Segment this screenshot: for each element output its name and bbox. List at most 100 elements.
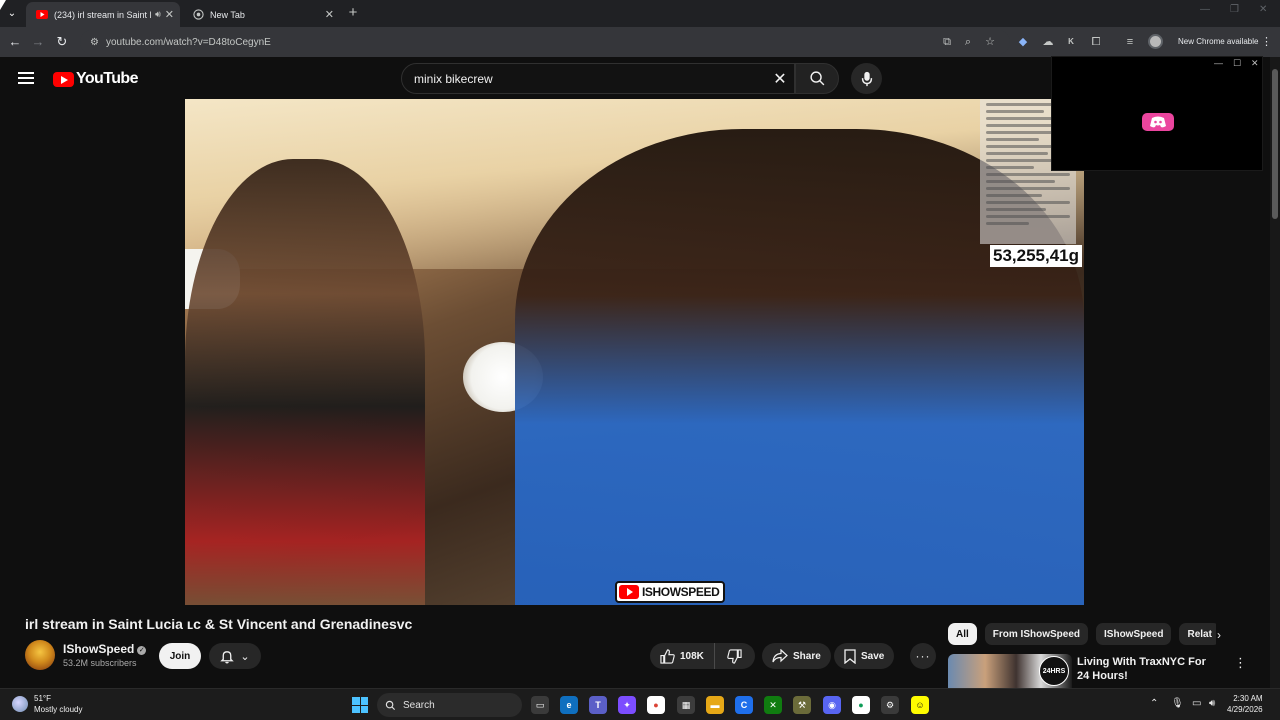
tray-display-icon[interactable]: ▭ [1192, 698, 1201, 709]
clock-time: 2:30 AM [1233, 694, 1263, 703]
discord-icon[interactable] [1142, 113, 1174, 131]
dislike-button[interactable] [715, 643, 755, 669]
new-tab-button[interactable]: + [344, 5, 362, 23]
popup-minimize-icon[interactable]: — [1214, 58, 1223, 68]
weather-temperature: 51°F [34, 694, 51, 703]
notification-bell-button[interactable]: ⌄ [209, 643, 261, 669]
tab-audio-icon[interactable]: 🔊︎ [155, 9, 161, 20]
channel-avatar[interactable] [25, 640, 55, 670]
related-video-thumbnail[interactable]: 24HRS [948, 654, 1072, 688]
extension-icon[interactable]: ◆ [1015, 34, 1031, 50]
extensions-puzzle-icon[interactable]: ⧠ [1088, 34, 1104, 50]
open-in-app-icon[interactable]: ⧉ [939, 34, 955, 50]
related-filter-chips: All From IShowSpeed IShowSpeed Relat [948, 623, 1216, 647]
app-settings-icon[interactable]: ⚙ [881, 696, 899, 714]
browser-tab-strip: ⌄ (234) irl stream in Saint Lu 🔊︎ ✕ New … [0, 0, 1280, 27]
bookmark-star-icon[interactable]: ☆ [982, 34, 998, 50]
chip-ishowspeed[interactable]: IShowSpeed [1096, 623, 1172, 645]
share-button[interactable]: Share [762, 643, 831, 669]
popup-close-icon[interactable]: ✕ [1251, 58, 1259, 69]
tray-microphone-icon[interactable]: 🎙︎ [1171, 698, 1184, 709]
store-icon[interactable]: ▦ [677, 696, 695, 714]
tab-close-icon[interactable]: ✕ [165, 8, 174, 21]
like-count: 108K [680, 650, 704, 662]
reload-icon[interactable]: ↻ [53, 33, 71, 51]
chrome-favicon-icon [192, 9, 204, 21]
youtube-logo[interactable]: YouTube [53, 70, 138, 88]
app-c-icon[interactable]: C [735, 696, 753, 714]
copilot-icon[interactable]: ✦ [618, 696, 636, 714]
related-video-menu-icon[interactable]: ⋮ [1234, 655, 1247, 671]
new-chrome-available-button[interactable]: New Chrome available [1178, 37, 1258, 46]
tab-youtube-stream[interactable]: (234) irl stream in Saint Lu 🔊︎ ✕ [26, 2, 180, 27]
youtube-play-icon [53, 71, 74, 87]
voice-search-button[interactable] [851, 63, 882, 94]
channel-name-text: IShowSpeed [63, 642, 135, 656]
chip-all[interactable]: All [948, 623, 977, 645]
video-player[interactable]: 53,255,41g ISHOWSPEED [185, 99, 1084, 605]
teams-icon[interactable]: T [589, 696, 607, 714]
video-title: irl stream in Saint Lucia ʟᴄ & St Vincen… [25, 616, 413, 632]
chip-related[interactable]: Relat [1179, 623, 1216, 645]
chrome-menu-icon[interactable]: ⋮ [1261, 35, 1272, 48]
app-game-icon[interactable]: ⚒ [793, 696, 811, 714]
more-actions-button[interactable]: ··· [910, 643, 936, 669]
search-query-text: minix bikecrew [414, 71, 493, 86]
thumbs-up-icon [660, 648, 675, 664]
weather-text: 51°F Mostly cloudy [34, 693, 82, 715]
search-button[interactable] [795, 63, 839, 94]
chips-next-arrow-icon[interactable]: › [1217, 628, 1221, 642]
extension-k-icon[interactable]: K [1063, 34, 1079, 50]
zoom-icon[interactable]: ⌕ [960, 34, 976, 50]
channel-name-link[interactable]: IShowSpeed ✓ [63, 642, 147, 656]
weather-widget[interactable]: 51°F Mostly cloudy [12, 693, 82, 715]
weather-description: Mostly cloudy [34, 705, 83, 714]
minimize-icon[interactable]: — [1200, 4, 1210, 15]
channel-watermark: ISHOWSPEED [615, 581, 726, 603]
microphone-icon [861, 71, 872, 86]
discord-taskbar-icon[interactable]: ◉ [823, 696, 841, 714]
taskbar-clock[interactable]: 2:30 AM 4/29/2026 [1227, 693, 1263, 715]
taskbar-search-box[interactable]: Search [377, 693, 522, 717]
clear-search-icon[interactable]: ✕ [766, 69, 794, 89]
xbox-icon[interactable]: ✕ [764, 696, 782, 714]
guide-menu-icon[interactable] [18, 72, 34, 84]
extension-cloud-icon[interactable]: ☁ [1040, 34, 1056, 50]
tray-overflow-chevron-icon[interactable]: ⌃ [1150, 698, 1158, 709]
maximize-icon[interactable]: ❐ [1230, 4, 1239, 15]
chrome-profile-icon[interactable]: ● [852, 696, 870, 714]
start-windows-icon[interactable] [352, 697, 368, 713]
save-button[interactable]: Save [834, 643, 895, 669]
share-icon [772, 649, 788, 663]
popup-maximize-icon[interactable]: ☐ [1233, 58, 1241, 69]
windows-taskbar: 51°F Mostly cloudy Search ▭ e T ✦ ● ▦ ▬ … [0, 688, 1280, 720]
video-frame-person-left [185, 159, 425, 605]
bell-icon [220, 650, 235, 663]
forward-arrow-icon[interactable]: → [29, 33, 47, 51]
youtube-favicon-icon [36, 9, 48, 21]
site-info-icon[interactable]: ⚙ [90, 37, 104, 48]
snapchat-icon[interactable]: ☺ [911, 696, 929, 714]
like-dislike-group: 108K [650, 643, 755, 669]
chip-from-channel[interactable]: From IShowSpeed [984, 623, 1089, 645]
discord-overlay-window[interactable]: — ☐ ✕ [1051, 56, 1263, 171]
scrollbar-thumb[interactable] [1272, 69, 1278, 219]
chrome-icon[interactable]: ● [647, 696, 665, 714]
tab-close-icon[interactable]: ✕ [325, 8, 334, 21]
file-explorer-icon[interactable]: ▬ [706, 696, 724, 714]
back-arrow-icon[interactable]: ← [6, 33, 24, 51]
related-video-title[interactable]: Living With TraxNYC For 24 Hours! [1077, 655, 1217, 685]
profile-avatar[interactable] [1148, 34, 1163, 49]
tray-volume-icon[interactable]: 🔊︎ [1209, 698, 1215, 709]
task-view-icon[interactable]: ▭ [531, 696, 549, 714]
page-scrollbar[interactable] [1270, 57, 1280, 688]
join-button[interactable]: Join [159, 643, 201, 669]
tab-new-tab[interactable]: New Tab ✕ [182, 2, 340, 27]
edge-browser-icon[interactable]: e [560, 696, 578, 714]
like-button[interactable]: 108K [650, 643, 715, 669]
close-window-icon[interactable]: ✕ [1259, 4, 1267, 15]
search-input[interactable]: minix bikecrew ✕ [401, 63, 795, 94]
weather-cloud-icon [12, 696, 28, 712]
reading-list-icon[interactable]: ≡ [1122, 34, 1138, 50]
address-bar[interactable]: ⚙ youtube.com/watch?v=D48toCegynE [80, 30, 1010, 54]
